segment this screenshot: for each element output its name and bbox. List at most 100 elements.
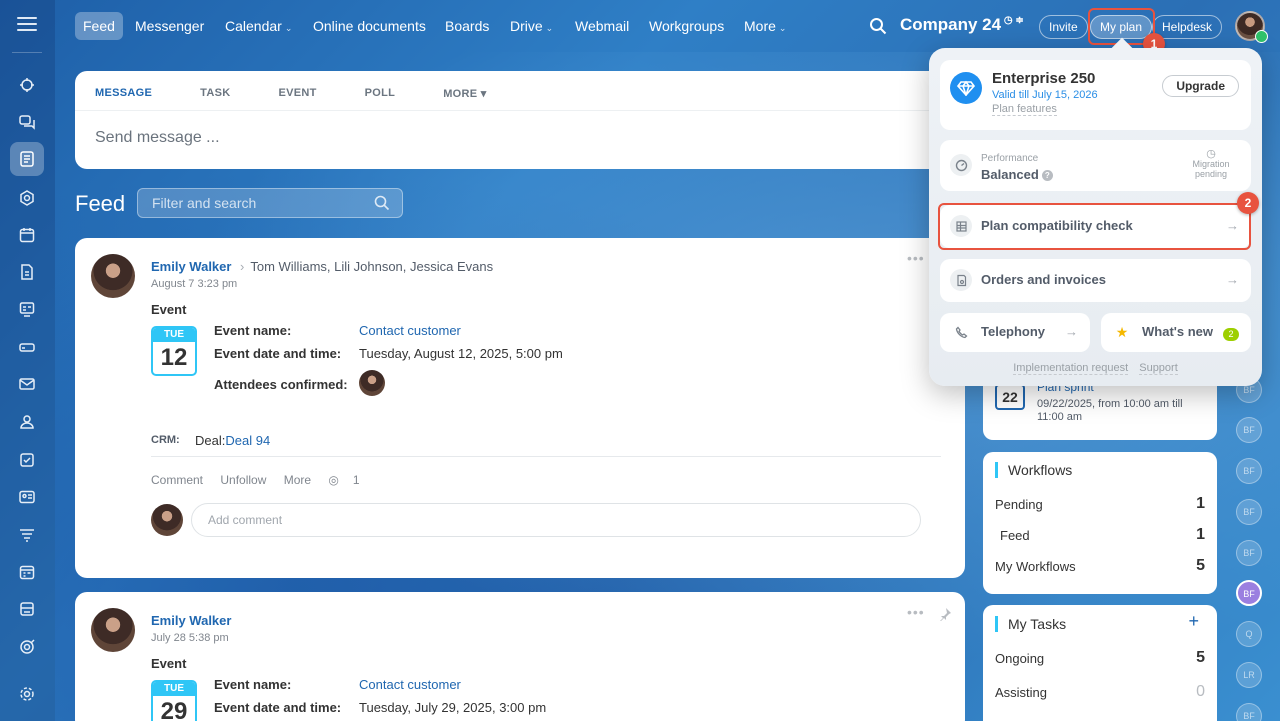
nav-drive[interactable]: Drive ⌄ (502, 12, 561, 40)
my-plan-popup: Enterprise 250 Valid till July 15, 2026 … (929, 37, 1262, 386)
feed-search-input[interactable]: Filter and search (137, 188, 403, 218)
add-task-plus-icon[interactable]: + (1188, 611, 1199, 632)
rail-tasks-icon[interactable] (10, 443, 44, 477)
company-name[interactable]: Company 24 ◷ ≑ (900, 15, 1024, 35)
attendee-avatar[interactable] (359, 370, 385, 396)
my-plan-button[interactable]: My plan (1090, 15, 1153, 39)
top-navigation-bar: Feed Messenger Calendar ⌄ Online document… (55, 0, 1280, 52)
rail-user-avatar[interactable]: Q (1236, 621, 1262, 647)
rail-user-avatar[interactable]: BF (1236, 540, 1262, 566)
invite-button[interactable]: Invite (1039, 15, 1088, 39)
help-icon[interactable]: ? (1041, 170, 1053, 182)
post-date[interactable]: August 7 3:23 pm (151, 278, 237, 290)
rail-mail-icon[interactable] (10, 367, 44, 401)
helpdesk-button[interactable]: Helpdesk (1152, 15, 1223, 39)
rail-contact-card-icon[interactable] (10, 480, 44, 514)
hamburger-menu-icon[interactable] (17, 17, 37, 33)
event-date-label: Event date and time: (214, 700, 342, 715)
rail-settings-gear-icon[interactable] (10, 677, 44, 711)
rail-calendar-icon[interactable] (10, 218, 44, 252)
task-row-assisting[interactable]: Assisting 0 (995, 683, 1205, 700)
event-name-link[interactable]: Contact customer (359, 677, 461, 692)
author-avatar[interactable] (91, 608, 135, 652)
user-avatar[interactable] (1235, 11, 1268, 43)
rail-document-icon[interactable] (10, 255, 44, 289)
nav-calendar[interactable]: Calendar ⌄ (217, 12, 300, 40)
support-link[interactable]: Support (1139, 362, 1178, 375)
rail-funnel-icon[interactable] (10, 518, 44, 552)
implementation-request-link[interactable]: Implementation request (1013, 362, 1129, 375)
rail-user-avatar[interactable]: BF (1236, 499, 1262, 525)
rail-user-avatar[interactable]: LR (1236, 662, 1262, 688)
calendar-date-icon: TUE 12 (151, 326, 197, 376)
rail-schedule-icon[interactable] (10, 555, 44, 589)
performance-card[interactable]: Performance Balanced? ◷ Migration pending (940, 140, 1251, 191)
author-avatar[interactable] (91, 254, 135, 298)
rail-drive-icon[interactable] (10, 330, 44, 364)
tab-poll[interactable]: POLL (365, 87, 396, 100)
deal-link[interactable]: Deal 94 (225, 433, 270, 448)
tab-message[interactable]: MESSAGE (95, 87, 152, 100)
feed-post: Emily Walker › Tom Williams, Lili Johnson… (75, 238, 965, 578)
event-date-value: Tuesday, July 29, 2025, 3:00 pm (359, 700, 547, 715)
plan-valid-till: Valid till July 15, 2026 (992, 89, 1098, 101)
composer-divider (75, 110, 965, 111)
workflow-row-my-workflows[interactable]: My Workflows 5 (995, 557, 1205, 574)
comment-link[interactable]: Comment (151, 473, 203, 487)
rail-board-icon[interactable] (10, 292, 44, 326)
rail-feed-icon[interactable] (10, 142, 44, 176)
orders-invoices-item[interactable]: Orders and invoices → (940, 259, 1251, 302)
rail-user-avatar[interactable]: BF (1236, 458, 1262, 484)
whats-new-item[interactable]: ★ What's new 2 (1101, 313, 1251, 352)
rail-hexagon-icon[interactable] (10, 181, 44, 215)
post-author[interactable]: Emily Walker (151, 259, 231, 274)
rail-store-icon[interactable] (10, 592, 44, 626)
post-type: Event (151, 656, 187, 671)
unfollow-link[interactable]: Unfollow (220, 473, 266, 487)
performance-value: Balanced? (981, 167, 1053, 182)
tab-task[interactable]: TASK (200, 87, 230, 100)
rail-user-avatar[interactable]: BF (1236, 580, 1262, 606)
workflow-row-feed[interactable]: Feed 1 (1000, 526, 1205, 543)
post-date[interactable]: July 28 5:38 pm (151, 632, 229, 644)
rail-target-icon[interactable] (10, 630, 44, 664)
nav-webmail[interactable]: Webmail (567, 12, 637, 40)
rail-chat-icon[interactable] (10, 105, 44, 139)
send-message-input[interactable]: Send message ... (95, 129, 220, 147)
rail-user-avatar[interactable]: BF (1236, 417, 1262, 443)
telephony-item[interactable]: Telephony → (940, 313, 1090, 352)
upgrade-button[interactable]: Upgrade (1162, 75, 1239, 97)
nav-more[interactable]: More ⌄ (736, 12, 794, 40)
eye-icon: ◎ (328, 473, 339, 487)
popup-footer-links: Implementation request Support (929, 362, 1262, 375)
task-row-ongoing[interactable]: Ongoing 5 (995, 649, 1205, 666)
search-icon[interactable] (869, 17, 887, 35)
plan-compatibility-check-item[interactable]: Plan compatibility check → (940, 205, 1251, 248)
calendar-day: 12 (160, 344, 188, 371)
plan-features-link[interactable]: Plan features (992, 103, 1057, 116)
pin-icon[interactable] (938, 607, 952, 621)
workflow-row-pending[interactable]: Pending 1 (995, 495, 1205, 512)
tab-event[interactable]: EVENT (278, 87, 316, 100)
tab-more[interactable]: MORE ▾ (443, 87, 486, 100)
toggle-icon: ≑ (1012, 15, 1024, 26)
nav-workgroups[interactable]: Workgroups (641, 12, 732, 40)
nav-online-documents[interactable]: Online documents (305, 12, 434, 40)
nav-feed[interactable]: Feed (75, 12, 123, 40)
arrow-right-icon: → (1226, 218, 1239, 233)
more-link[interactable]: More (284, 473, 311, 487)
more-options-icon[interactable]: ••• (907, 250, 925, 266)
rail-user-avatar[interactable]: BF (1236, 703, 1262, 721)
nav-messenger[interactable]: Messenger (127, 12, 212, 40)
add-comment-input[interactable]: Add comment (191, 503, 921, 537)
more-options-icon[interactable]: ••• (907, 604, 925, 620)
rail-workgroups-icon[interactable] (10, 405, 44, 439)
crm-deal: Deal:Deal 94 (195, 433, 271, 448)
grid-icon (950, 215, 972, 237)
post-author[interactable]: Emily Walker (151, 613, 231, 628)
event-name-link[interactable]: Contact customer (359, 323, 461, 338)
nav-boards[interactable]: Boards (437, 12, 497, 40)
rail-crm-icon[interactable] (10, 68, 44, 102)
views-counter: ◎ 1 (328, 473, 360, 487)
post-actions: Comment Unfollow More ◎ 1 (151, 473, 388, 487)
